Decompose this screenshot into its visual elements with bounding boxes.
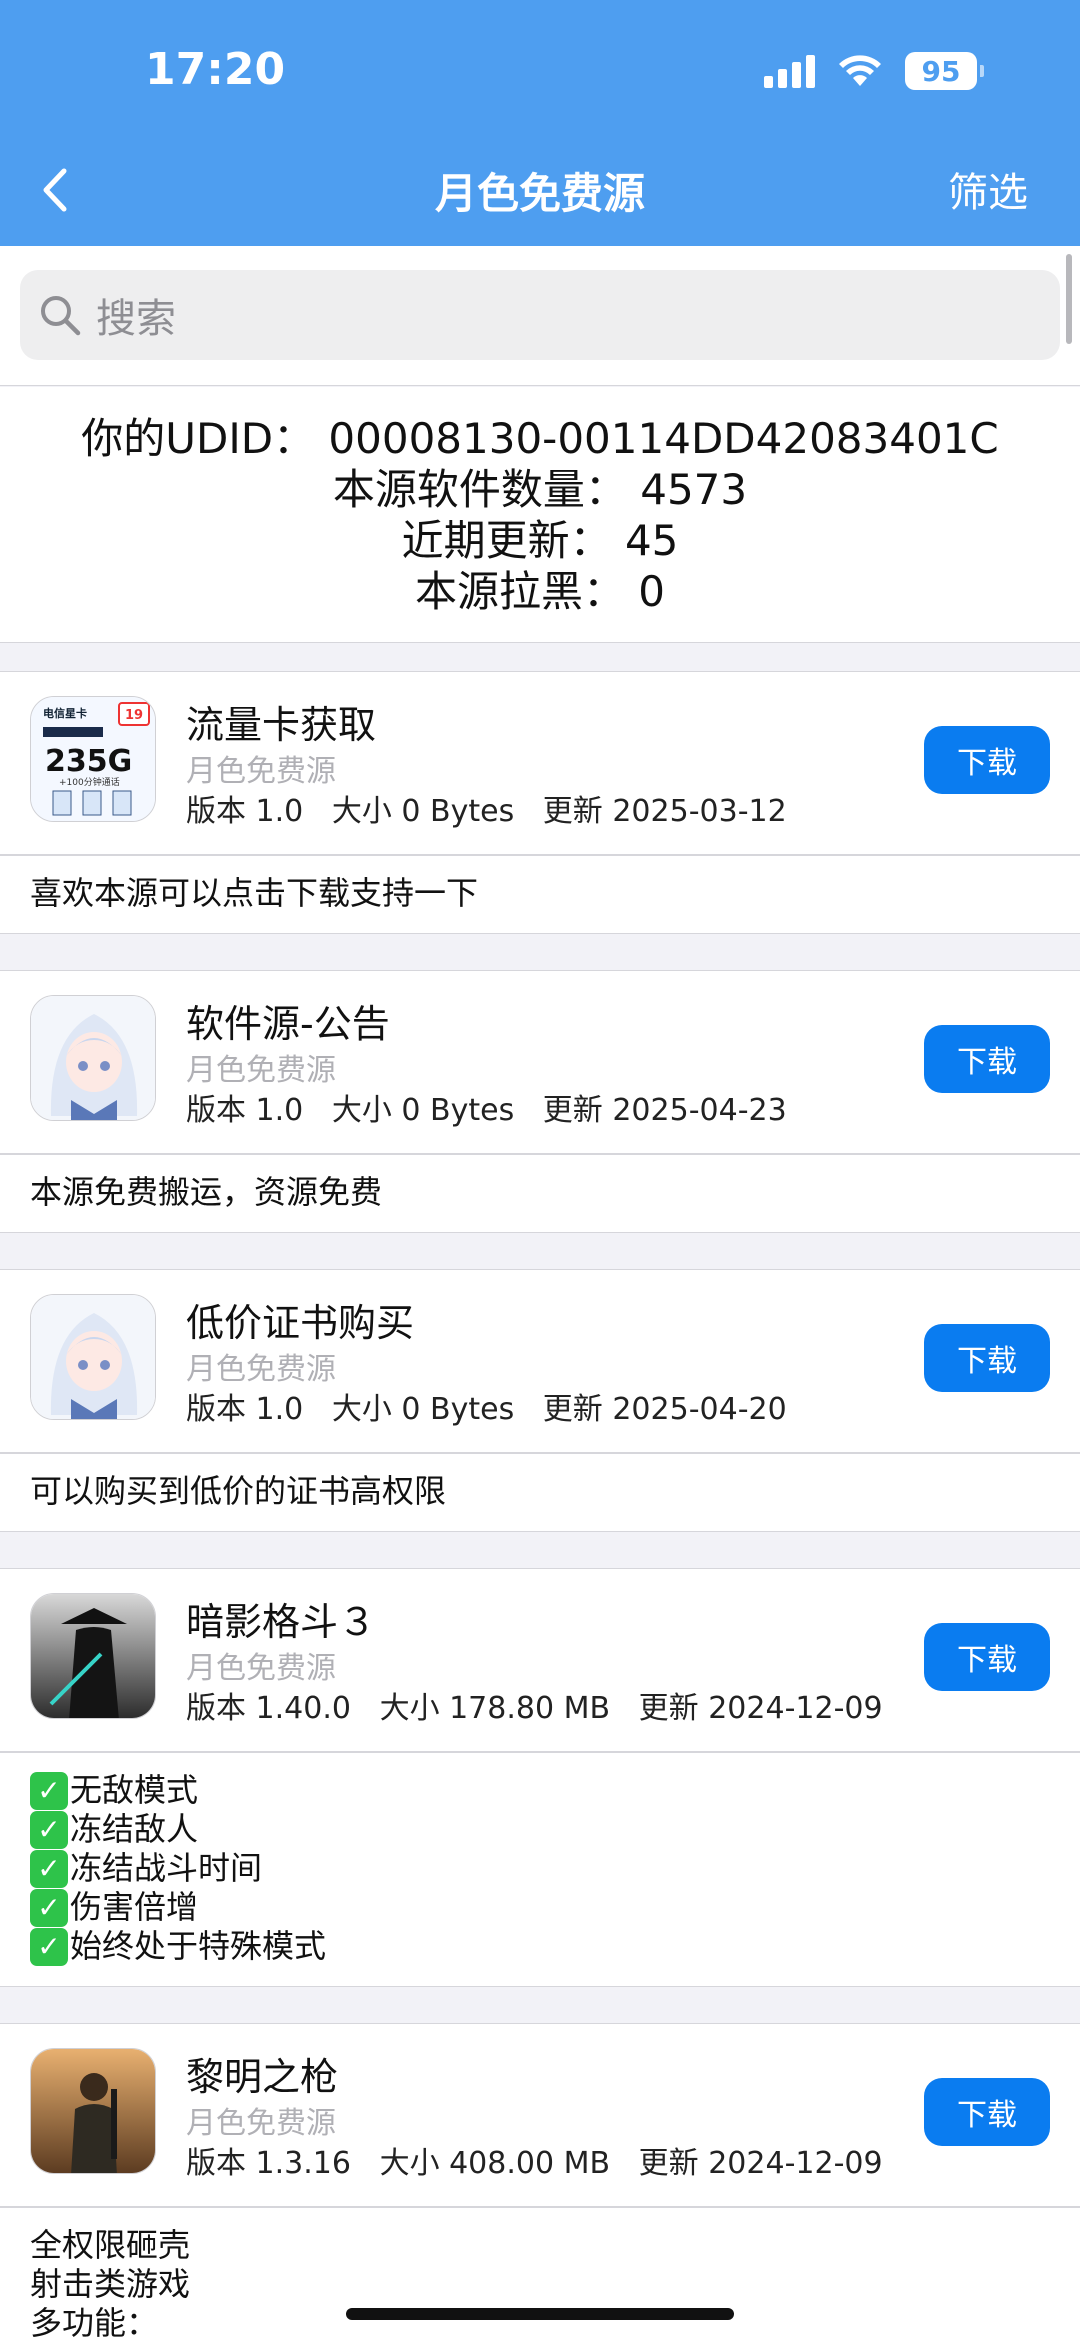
check-icon: ✓	[30, 1888, 68, 1927]
app-meta: 版本 1.0 大小 0 Bytes 更新 2025-04-23	[186, 1093, 787, 1128]
battery-icon: 95	[905, 52, 984, 90]
search-input[interactable]: 搜索	[20, 270, 1060, 360]
icon-card-big: 235G	[45, 744, 132, 779]
app-description: 本源免费搬运，资源免费	[0, 1155, 1080, 1232]
app-description: 全权限砸壳 射击类游戏 多功能：	[0, 2208, 1080, 2341]
app-name: 黎明之枪	[186, 2055, 339, 2099]
header-bar: 17:20 95 月色免费源 筛选	[0, 0, 1080, 246]
home-indicator[interactable]	[346, 2308, 734, 2320]
udid-text: 你的UDID： 00008130-00114DD42083401C	[81, 414, 999, 463]
shadow-fighter-app-icon	[30, 1593, 156, 1719]
app-card: 电信星卡 19 235G +100分钟通话 流量卡获取 月色免费源 版本 1.0…	[0, 671, 1080, 934]
description-line: 本源免费搬运，资源免费	[30, 1173, 383, 1211]
app-row[interactable]: 低价证书购买 月色免费源 版本 1.0 大小 0 Bytes 更新 2025-0…	[0, 1270, 1080, 1454]
feature-item: ✓ 冻结战斗时间	[30, 1849, 1050, 1888]
wifi-icon	[839, 55, 881, 86]
app-meta: 版本 1.0 大小 0 Bytes 更新 2025-04-20	[186, 1392, 787, 1427]
download-button[interactable]: 下载	[924, 1623, 1050, 1691]
check-icon: ✓	[30, 1810, 68, 1849]
sim-card-app-icon: 电信星卡 19 235G +100分钟通话	[30, 696, 156, 822]
app-card: 暗影格斗３ 月色免费源 版本 1.40.0 大小 178.80 MB 更新 20…	[0, 1568, 1080, 1987]
description-line: 射击类游戏	[30, 2265, 191, 2303]
app-name: 流量卡获取	[186, 703, 377, 747]
app-row[interactable]: 电信星卡 19 235G +100分钟通话 流量卡获取 月色免费源 版本 1.0…	[0, 672, 1080, 856]
app-description: 可以购买到低价的证书高权限	[0, 1454, 1080, 1531]
feature-item: ✓ 伤害倍增	[30, 1888, 1050, 1927]
app-source: 月色免费源	[186, 1053, 336, 1088]
search-icon	[41, 296, 81, 336]
app-source: 月色免费源	[186, 2106, 336, 2141]
battery-level: 95	[905, 52, 977, 90]
app-description: 喜欢本源可以点击下载支持一下	[0, 856, 1080, 933]
app-description: ✓ 无敌模式 ✓ 冻结敌人 ✓ 冻结战斗时间 ✓ 伤害倍增 ✓ 始终处于特殊模式	[0, 1753, 1080, 1986]
recent-updates-text: 近期更新： 45	[401, 516, 679, 565]
check-icon: ✓	[30, 1927, 68, 1966]
app-row[interactable]: 暗影格斗３ 月色免费源 版本 1.40.0 大小 178.80 MB 更新 20…	[0, 1569, 1080, 1753]
app-row[interactable]: 黎明之枪 月色免费源 版本 1.3.16 大小 408.00 MB 更新 202…	[0, 2024, 1080, 2208]
page-title: 月色免费源	[434, 169, 645, 218]
source-info: 你的UDID： 00008130-00114DD42083401C 本源软件数量…	[0, 387, 1080, 643]
check-icon: ✓	[30, 1771, 68, 1810]
cellular-signal-icon	[764, 54, 815, 88]
icon-card-sub: +100分钟通话	[59, 776, 120, 788]
search-bar: 搜索	[0, 246, 1080, 386]
check-icon: ✓	[30, 1849, 68, 1888]
app-card: 低价证书购买 月色免费源 版本 1.0 大小 0 Bytes 更新 2025-0…	[0, 1269, 1080, 1532]
feature-item: ✓ 无敌模式	[30, 1771, 1050, 1810]
app-name: 暗影格斗３	[186, 1600, 377, 1644]
app-name: 软件源-公告	[186, 1002, 390, 1046]
description-line: 全权限砸壳	[30, 2226, 191, 2264]
status-icons: 95	[764, 52, 984, 90]
description-line: 可以购买到低价的证书高权限	[30, 1472, 447, 1510]
search-placeholder: 搜索	[96, 296, 176, 342]
feature-item: ✓ 始终处于特殊模式	[30, 1927, 1050, 1966]
download-button[interactable]: 下载	[924, 1025, 1050, 1093]
soldier-game-app-icon	[30, 2048, 156, 2174]
download-button[interactable]: 下载	[924, 726, 1050, 794]
feature-item: ✓ 冻结敌人	[30, 1810, 1050, 1849]
app-card: 黎明之枪 月色免费源 版本 1.3.16 大小 408.00 MB 更新 202…	[0, 2023, 1080, 2341]
app-meta: 版本 1.0 大小 0 Bytes 更新 2025-03-12	[186, 794, 787, 829]
app-row[interactable]: 软件源-公告 月色免费源 版本 1.0 大小 0 Bytes 更新 2025-0…	[0, 971, 1080, 1155]
filter-button[interactable]: 筛选	[948, 160, 1028, 218]
app-source: 月色免费源	[186, 1651, 336, 1686]
app-meta: 版本 1.3.16 大小 408.00 MB 更新 2024-12-09	[186, 2146, 883, 2181]
app-source: 月色免费源	[186, 1352, 336, 1387]
anime-girl-app-icon	[30, 1294, 156, 1420]
anime-girl-app-icon	[30, 995, 156, 1121]
download-button[interactable]: 下载	[924, 2078, 1050, 2146]
app-card: 软件源-公告 月色免费源 版本 1.0 大小 0 Bytes 更新 2025-0…	[0, 970, 1080, 1233]
description-line: 喜欢本源可以点击下载支持一下	[30, 874, 479, 912]
scrollbar[interactable]	[1066, 254, 1072, 344]
icon-card-badge: 19	[125, 708, 143, 723]
app-name: 低价证书购买	[186, 1301, 415, 1345]
icon-card-title: 电信星卡	[43, 706, 87, 720]
blacklist-text: 本源拉黑： 0	[414, 567, 666, 616]
app-meta: 版本 1.40.0 大小 178.80 MB 更新 2024-12-09	[186, 1691, 883, 1726]
download-button[interactable]: 下载	[924, 1324, 1050, 1392]
app-count-text: 本源软件数量： 4573	[332, 465, 748, 514]
status-time: 17:20	[145, 44, 286, 95]
app-source: 月色免费源	[186, 754, 336, 789]
